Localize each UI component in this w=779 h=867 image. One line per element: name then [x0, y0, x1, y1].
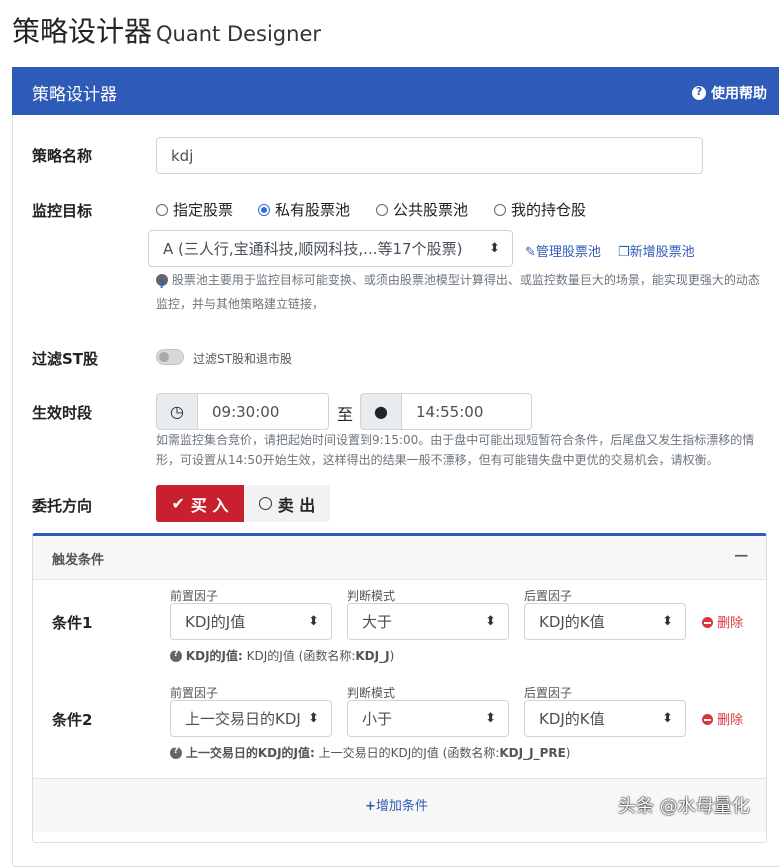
- clock-icon: ◷: [156, 393, 198, 430]
- trigger-title: 触发条件: [52, 553, 105, 568]
- col-label: 前置因子: [170, 686, 219, 700]
- card-title: 策略设计器: [32, 85, 117, 105]
- target-label: 监控目标: [32, 202, 93, 220]
- st-toggle-label: 过滤ST股和退市股: [193, 352, 292, 366]
- manage-pool-link[interactable]: ✎管理股票池: [525, 241, 601, 260]
- end-time-input[interactable]: 14:55:00: [401, 393, 532, 430]
- col-label: 前置因子: [170, 589, 219, 603]
- minus-circle-icon: [702, 617, 713, 628]
- condition-label: 条件2: [52, 711, 93, 729]
- condition-label: 条件1: [52, 614, 93, 632]
- question-icon: [692, 85, 707, 100]
- question-icon: [156, 273, 168, 297]
- pre-factor-select[interactable]: KDJ的J值: [170, 603, 332, 640]
- radio-holdings[interactable]: 我的持仓股: [494, 199, 586, 220]
- page-title: 策略设计器 Quant Designer: [12, 15, 322, 48]
- radio-specified-stock[interactable]: 指定股票: [156, 199, 233, 220]
- minus-circle-icon: [702, 714, 713, 725]
- col-label: 判断模式: [347, 589, 396, 603]
- delete-condition-button[interactable]: 删除: [702, 709, 743, 728]
- direction-label: 委托方向: [32, 497, 93, 515]
- radio-public-pool[interactable]: 公共股票池: [376, 199, 468, 220]
- pre-factor-select[interactable]: 上一交易日的KDJ: [170, 700, 332, 737]
- question-icon: [170, 649, 182, 662]
- question-icon: [170, 746, 182, 759]
- check-circle-icon: ✔: [171, 494, 185, 513]
- time-label: 生效时段: [32, 404, 93, 422]
- mode-select[interactable]: 小于: [347, 700, 509, 737]
- mode-select[interactable]: 大于: [347, 603, 509, 640]
- col-label: 判断模式: [347, 686, 396, 700]
- to-label: 至: [337, 405, 354, 424]
- condition-hint: 上一交易日的KDJ的J值: 上一交易日的KDJ的J值 (函数名称:KDJ_J_P…: [170, 744, 570, 761]
- copy-icon: ❐: [618, 245, 630, 260]
- buy-button[interactable]: ✔ 买 入: [156, 485, 244, 522]
- stock-pool-select[interactable]: A (三人行,宝通科技,顺网科技,...等17个股票): [148, 230, 513, 267]
- add-condition-button[interactable]: +增加条件: [365, 795, 428, 814]
- trigger-header: [33, 536, 766, 580]
- time-help: 如需监控集合竞价，请把起始时间设置到9:15:00。由于盘中可能出现短暂符合条件…: [156, 433, 755, 467]
- sell-button[interactable]: 卖 出: [244, 485, 330, 522]
- col-label: 后置因子: [524, 686, 573, 700]
- plus-icon: +: [365, 799, 376, 814]
- col-label: 后置因子: [524, 589, 573, 603]
- name-label: 策略名称: [32, 147, 93, 165]
- help-link[interactable]: 使用帮助: [692, 83, 767, 103]
- clock-filled-icon: ●: [360, 393, 402, 430]
- filter-st-toggle[interactable]: [156, 349, 184, 365]
- st-label: 过滤ST股: [32, 350, 99, 368]
- post-factor-select[interactable]: KDJ的K值: [524, 603, 686, 640]
- collapse-button[interactable]: −: [733, 543, 750, 567]
- edit-icon: ✎: [525, 245, 536, 260]
- strategy-name-input[interactable]: kdj: [156, 137, 703, 174]
- start-time-input[interactable]: 09:30:00: [197, 393, 329, 430]
- watermark: 头条 @水母量化: [618, 796, 750, 817]
- radio-private-pool[interactable]: 私有股票池: [258, 199, 350, 220]
- delete-condition-button[interactable]: 删除: [702, 612, 743, 631]
- card-header: 策略设计器 使用帮助: [12, 67, 779, 115]
- condition-hint: KDJ的J值: KDJ的J值 (函数名称:KDJ_J): [170, 647, 394, 664]
- pool-help: 股票池主要用于监控目标可能变换、或须由股票池模型计算得出、或监控数量巨大的场景，…: [156, 268, 768, 316]
- post-factor-select[interactable]: KDJ的K值: [524, 700, 686, 737]
- new-pool-link[interactable]: ❐新增股票池: [618, 241, 695, 260]
